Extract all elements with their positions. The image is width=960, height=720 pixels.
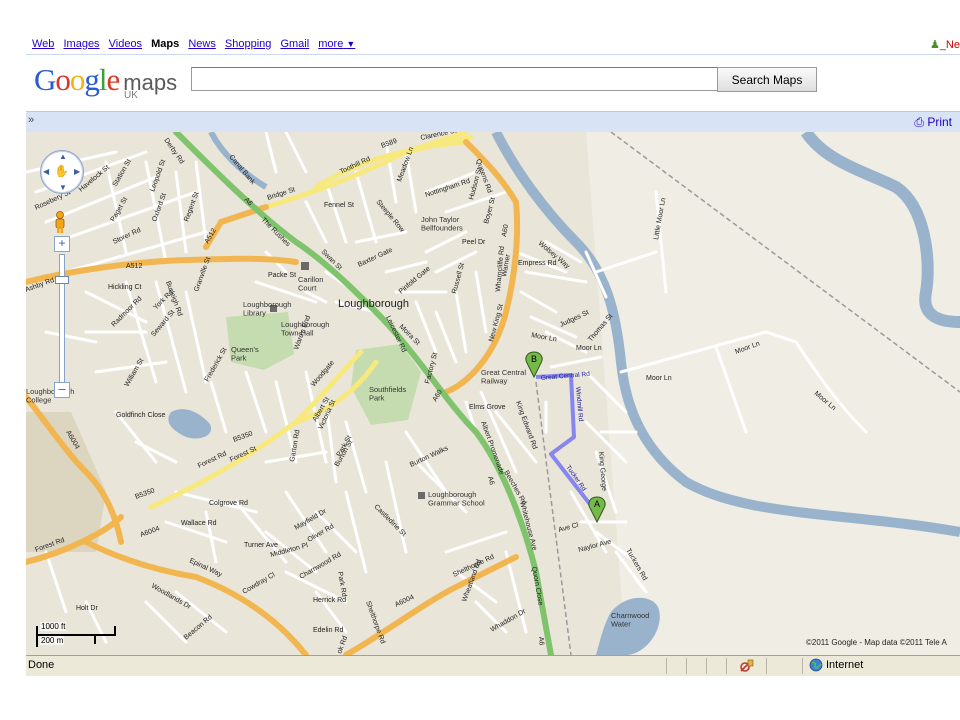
road-elms-grove: Elms Grove	[469, 404, 506, 411]
google-maps-logo[interactable]: Google maps UK	[34, 62, 177, 101]
marker-a-label: A	[594, 499, 600, 509]
pan-control[interactable]: ▲ ▼ ◀ ▶ ✋	[40, 150, 84, 194]
print-link[interactable]: ⎙ Print	[914, 115, 952, 130]
building-icon	[301, 262, 309, 270]
nav-more-label: more	[318, 38, 344, 50]
nav-more[interactable]: more ▼	[318, 38, 355, 50]
toggle-panel-button[interactable]: »	[28, 114, 34, 126]
nav-web[interactable]: Web	[32, 38, 54, 50]
road-colgrove-rd: Colgrove Rd	[209, 500, 248, 507]
status-text: Done	[28, 659, 55, 671]
pan-left-icon[interactable]: ◀	[43, 167, 49, 176]
road-holt-dr: Holt Dr	[76, 605, 98, 612]
pan-down-icon[interactable]: ▼	[59, 183, 67, 192]
label-loughborough: Loughborough	[338, 298, 409, 310]
user-link-label: _Ne	[939, 39, 960, 51]
road-a512-2: A512	[126, 263, 142, 270]
road-a6-3: A6	[537, 637, 545, 646]
road-turner-ave: Turner Ave	[244, 542, 278, 549]
map-svg: B A Loughborough Queen's Park Southfields…	[26, 132, 960, 655]
chevron-down-icon: ▼	[346, 39, 356, 49]
map-canvas[interactable]: B A Loughborough Queen's Park Southfields…	[26, 132, 960, 655]
label-john-taylor: John Taylor Bellfounders	[421, 215, 463, 233]
nav-gmail[interactable]: Gmail	[280, 38, 309, 50]
scale-bar: 1000 ft 200 m	[34, 622, 124, 652]
scale-metres: 200 m	[40, 636, 65, 645]
nav-videos[interactable]: Videos	[109, 38, 142, 50]
printer-icon: ⎙	[914, 115, 924, 129]
nav-images[interactable]: Images	[63, 38, 99, 50]
zoom-in-button[interactable]: +	[54, 236, 70, 252]
road-edelin-rd: Edelin Rd	[313, 627, 343, 634]
hand-icon: ✋	[54, 164, 69, 178]
print-label: Print	[927, 115, 952, 129]
road-moor-ln-3: Moor Ln	[646, 375, 672, 382]
logo-region: UK	[124, 90, 138, 101]
nav-divider	[26, 54, 960, 55]
zone-label: Internet	[826, 659, 864, 671]
search-maps-button[interactable]: Search Maps	[717, 67, 817, 92]
top-nav: Web Images Videos Maps News Shopping Gma…	[32, 38, 361, 50]
road-moor-ln-2: Moor Ln	[576, 345, 602, 352]
zoom-out-button[interactable]: –	[54, 382, 70, 398]
privacy-icon[interactable]	[739, 658, 755, 674]
pegman-icon[interactable]	[53, 211, 67, 233]
marker-b-label: B	[531, 354, 537, 364]
road-wallace-rd: Wallace Rd	[181, 520, 217, 527]
road-peel-dr: Peel Dr	[462, 239, 486, 246]
nav-news[interactable]: News	[188, 38, 216, 50]
school-icon	[418, 492, 425, 499]
road-herrick-rd: Herrick Rd	[313, 597, 346, 604]
road-packe-st: Packe St	[268, 272, 296, 279]
globe-icon	[809, 658, 823, 672]
user-link[interactable]: ♟_Ne	[930, 38, 960, 51]
person-icon: ♟	[929, 39, 940, 51]
road-hickling-ct: Hickling Ct	[108, 284, 142, 291]
pan-right-icon[interactable]: ▶	[74, 167, 80, 176]
nav-maps-current: Maps	[151, 38, 180, 50]
road-fennel-st: Fennel St	[324, 202, 354, 209]
browser-status-bar: Done Internet	[26, 655, 960, 676]
logo-brand: Google	[34, 62, 120, 97]
road-empress-rd: Empress Rd	[518, 260, 557, 267]
nav-shopping[interactable]: Shopping	[225, 38, 272, 50]
pan-up-icon[interactable]: ▲	[59, 152, 67, 161]
map-toolbar: » ⎙ Print	[26, 111, 960, 133]
zoom-slider-track[interactable]	[59, 254, 65, 386]
zoom-slider-thumb[interactable]	[55, 276, 69, 284]
scale-feet: 1000 ft	[40, 622, 67, 631]
map-copyright: ©2011 Google - Map data ©2011 Tele A	[806, 638, 947, 647]
road-goldfinch-close: Goldfinch Close	[116, 412, 166, 419]
search-input[interactable]	[191, 67, 721, 91]
